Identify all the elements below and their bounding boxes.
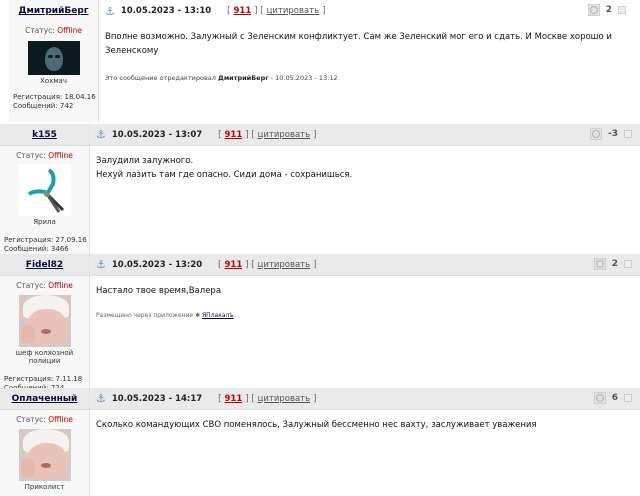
avatar[interactable] [27,41,80,75]
user-title: шеф колхозной полиции [15,349,74,365]
user-panel: Fidel82 Статус: Offline шеф колхозной по… [0,254,90,392]
avatar[interactable] [18,429,71,481]
app-link[interactable]: ЯПлакалъ [202,312,234,319]
forum-post: Fidel82 Статус: Offline шеф колхозной по… [0,254,640,392]
username-link[interactable]: k155 [32,130,57,140]
post-header: ⚓ 10.05.2023 - 13:20 [911] [цитировать] … [90,254,640,276]
vote-controls: 2 [593,258,632,270]
anchor-icon[interactable]: ⚓ [96,392,106,405]
post-text: Вполне возможно. Залужный с Зеленским ко… [105,32,612,56]
post-date: 10.05.2023 - 13:10 [120,6,212,16]
vote-controls: 2 [587,4,626,16]
post-body: ⚓ 10.05.2023 - 13:07 [911] [цитировать] … [90,124,640,254]
posted-via-note: Размещено через приложение ✱ ЯПлакалъ [96,312,234,319]
post-date: 10.05.2023 - 14:17 [111,393,203,404]
forum-post: k155 Статус: Offline Ярила Регистрация: … [0,124,640,254]
vote-up-icon[interactable] [593,258,606,270]
vote-down-icon[interactable] [618,6,626,14]
edit-note: Это сообщение отредактировал ДмитрийБерг… [105,74,338,82]
vote-down-icon[interactable] [624,260,632,268]
post-score: -3 [608,129,618,139]
vote-controls: -3 [590,128,632,140]
user-panel: Оплаченный Статус: Offline Приколист [0,388,90,496]
post-body: ⚓ 10.05.2023 - 13:20 [911] [цитировать] … [90,254,640,388]
username-link[interactable]: ДмитрийБерг [18,6,88,16]
forum-post: ДмитрийБерг Статус: Offline Хохмач Регис… [9,0,634,122]
post-score: 2 [605,5,612,15]
user-status: Статус: Offline [16,281,73,290]
vote-down-icon[interactable] [624,394,632,402]
vote-down-icon[interactable] [624,130,632,138]
vote-controls: 6 [593,392,632,404]
post-body: ⚓ 10.05.2023 - 14:17 [911] [цитировать] … [90,388,640,496]
quote-button[interactable]: цитировать [258,130,311,140]
user-header: Fidel82 [0,254,89,276]
post-text: Настало твое время,Валера [96,286,222,296]
username-link[interactable]: Оплаченный [12,394,78,404]
post-header: ⚓ 10.05.2023 - 13:10 [911] [цитировать] … [99,0,634,22]
anchor-icon[interactable]: ⚓ [96,258,106,271]
avatar[interactable] [18,295,71,347]
anchor-icon[interactable]: ⚓ [96,128,106,141]
post-number-link[interactable]: 911 [224,130,242,140]
user-title: Хохмач [40,77,67,85]
user-header: Оплаченный [0,388,89,410]
post-number-link[interactable]: 911 [224,394,242,404]
post-body: ⚓ 10.05.2023 - 13:10 [911] [цитировать] … [99,0,634,122]
post-score: 6 [611,393,618,403]
quote-button[interactable]: цитировать [258,260,311,270]
post-number-link[interactable]: 911 [233,6,251,16]
post-date: 10.05.2023 - 13:07 [111,129,203,140]
user-status: Статус: Offline [16,151,73,160]
user-panel: k155 Статус: Offline Ярила Регистрация: … [0,124,90,254]
avatar[interactable] [18,164,71,216]
user-header: ДмитрийБерг [9,0,98,22]
quote-button[interactable]: цитировать [267,6,320,16]
post-date: 10.05.2023 - 13:20 [111,259,203,270]
vote-up-icon[interactable] [593,392,606,404]
user-title: Приколист [24,483,65,491]
post-text: Сколько командующих СВО поменялось, Залу… [96,420,537,430]
user-header: k155 [0,124,89,146]
post-number-link[interactable]: 911 [224,260,242,270]
user-reg-info: Регистрация: 18.04.16 Сообщений: 742 [13,93,96,110]
user-panel: ДмитрийБерг Статус: Offline Хохмач Регис… [9,0,99,122]
quote-button[interactable]: цитировать [258,394,311,404]
post-score: 2 [611,259,618,269]
user-status: Статус: Offline [16,415,73,424]
user-reg-info: Регистрация: 27.09.16 Сообщений: 3466 [4,236,87,253]
vote-up-icon[interactable] [587,4,600,16]
post-text: Залудили залужного. Нехуй лазить там где… [96,156,353,180]
username-link[interactable]: Fidel82 [26,260,63,270]
app-icon: ✱ [195,312,201,319]
forum-post: Оплаченный Статус: Offline Приколист ⚓ 1… [0,388,640,496]
user-status: Статус: Offline [25,26,82,35]
user-title: Ярила [33,218,56,226]
post-header: ⚓ 10.05.2023 - 14:17 [911] [цитировать] … [90,388,640,410]
post-header: ⚓ 10.05.2023 - 13:07 [911] [цитировать] … [90,124,640,146]
vote-up-icon[interactable] [590,128,602,140]
anchor-icon[interactable]: ⚓ [105,5,115,18]
